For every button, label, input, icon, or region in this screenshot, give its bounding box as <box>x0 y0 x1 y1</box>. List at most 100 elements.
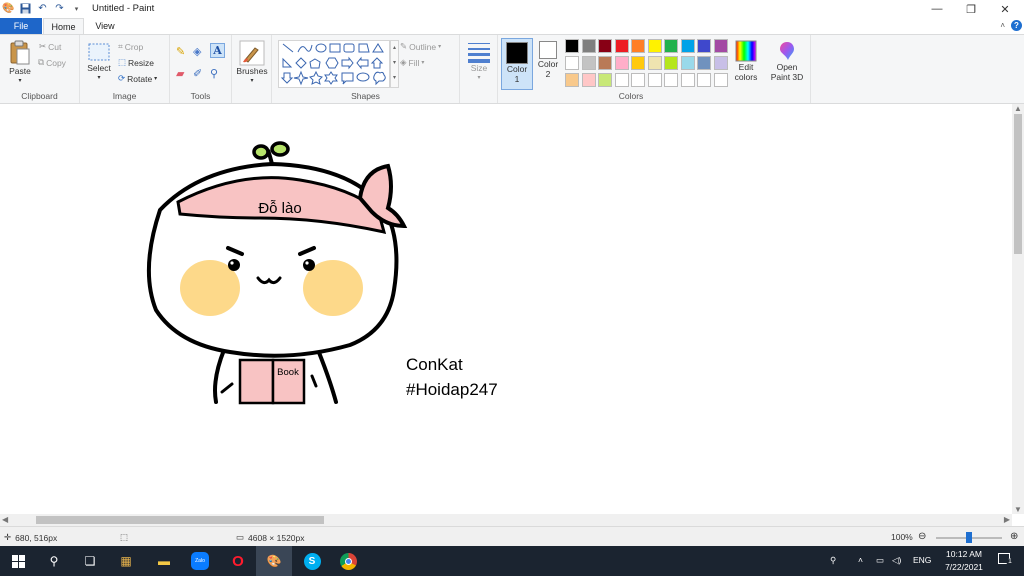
palette-swatch[interactable] <box>647 73 662 87</box>
color1-button[interactable]: Color 1 <box>501 38 533 90</box>
select-button[interactable]: Select ▾ <box>86 43 112 83</box>
palette-swatch[interactable] <box>598 39 612 53</box>
palette-swatch[interactable] <box>581 39 596 53</box>
battery-icon[interactable]: ▭ <box>876 555 884 566</box>
undo-icon[interactable]: ↶ <box>36 2 49 15</box>
fill-tool[interactable]: ◈ <box>193 45 201 58</box>
magnifier-tool[interactable]: ⚲ <box>210 67 218 80</box>
skype-icon[interactable]: S <box>302 551 322 571</box>
color2-button[interactable]: Color 2 <box>536 41 560 79</box>
palette-swatch[interactable] <box>631 73 645 87</box>
palette-swatch[interactable] <box>581 73 596 87</box>
palette-swatch[interactable] <box>581 56 596 70</box>
paint-app-icon[interactable]: 🎨 <box>2 2 15 15</box>
scroll-left-icon[interactable]: ◀ <box>2 515 8 524</box>
copy-button[interactable]: ⧉ Copy <box>38 57 66 68</box>
size-button[interactable]: Size ▾ <box>464 41 494 83</box>
help-icon[interactable]: ? <box>1011 20 1022 31</box>
zalo-icon[interactable]: Zalo <box>190 551 210 571</box>
palette-swatch[interactable] <box>697 73 711 87</box>
opera-icon[interactable]: O <box>228 551 248 571</box>
palette-swatch[interactable] <box>664 73 678 87</box>
pencil-tool[interactable]: ✎ <box>176 45 185 58</box>
search-icon[interactable]: ⚲ <box>44 551 64 571</box>
palette-swatch[interactable] <box>565 56 579 70</box>
palette-swatch[interactable] <box>680 73 695 87</box>
horizontal-scroll-thumb[interactable] <box>36 516 324 524</box>
tab-file[interactable]: File <box>0 18 42 34</box>
shapes-gallery[interactable] <box>278 40 390 88</box>
clock[interactable]: 10:12 AM 7/22/2021 <box>940 549 988 572</box>
palette-swatch[interactable] <box>631 39 645 53</box>
palette-swatch[interactable] <box>664 39 678 53</box>
palette-swatch[interactable] <box>664 56 678 70</box>
horizontal-scrollbar[interactable]: ◀ ▶ <box>0 514 1012 526</box>
palette-swatch[interactable] <box>598 73 612 87</box>
drawing-canvas[interactable]: Đỗ lào Book ConKat #Hoidap247 <box>0 104 1012 514</box>
eraser-tool[interactable]: ▰ <box>176 67 184 80</box>
chrome-icon[interactable] <box>338 551 358 571</box>
redo-icon[interactable]: ↷ <box>53 2 66 15</box>
store-icon[interactable]: ▦ <box>116 551 136 571</box>
palette-swatch[interactable] <box>713 39 728 53</box>
people-icon[interactable]: ⚲ <box>830 555 836 566</box>
customize-qat-icon[interactable]: ▾ <box>70 2 83 15</box>
palette-swatch[interactable] <box>680 56 695 70</box>
save-icon[interactable] <box>19 2 32 15</box>
windows-start-icon[interactable] <box>8 551 28 571</box>
input-language[interactable]: ENG <box>913 555 931 565</box>
palette-swatch[interactable] <box>631 56 645 70</box>
open-paint3d-button[interactable]: Open Paint 3D <box>766 40 808 82</box>
left-arrow-shape-icon <box>356 56 369 70</box>
palette-swatch[interactable] <box>680 39 695 53</box>
vertical-scroll-thumb[interactable] <box>1014 114 1022 254</box>
canvas-area[interactable]: Đỗ lào Book ConKat #Hoidap247 <box>0 104 1012 514</box>
restore-button[interactable]: ❐ <box>954 0 988 18</box>
palette-swatch[interactable] <box>614 39 629 53</box>
minimize-button[interactable]: — <box>920 0 954 18</box>
notification-count: 1 <box>1006 558 1014 565</box>
brushes-button[interactable]: Brushes ▾ <box>235 40 269 86</box>
scroll-up-icon[interactable]: ▲ <box>1014 104 1022 113</box>
tab-view[interactable]: View <box>86 18 124 34</box>
text-tool[interactable]: A <box>210 43 225 58</box>
palette-swatch[interactable] <box>614 73 629 87</box>
zoom-in-icon[interactable]: ⊕ <box>1010 531 1018 542</box>
rotate-button[interactable]: ⟳ Rotate ▾ <box>118 73 157 84</box>
palette-swatch[interactable] <box>647 39 662 53</box>
palette-swatch[interactable] <box>697 56 711 70</box>
fill-button[interactable]: ◈ Fill ▾ <box>400 57 424 68</box>
volume-icon[interactable]: ◁) <box>892 555 901 566</box>
palette-swatch[interactable] <box>713 56 728 70</box>
palette-swatch[interactable] <box>647 56 662 70</box>
resize-button[interactable]: ⬚ Resize <box>118 57 154 68</box>
palette-swatch[interactable] <box>565 73 579 87</box>
zoom-slider-thumb[interactable] <box>966 532 972 543</box>
zoom-out-icon[interactable]: ⊖ <box>918 531 926 542</box>
palette-swatch[interactable] <box>565 39 579 53</box>
scroll-right-icon[interactable]: ▶ <box>1004 515 1010 524</box>
vertical-scrollbar[interactable]: ▲ ▼ <box>1012 104 1024 514</box>
tab-home[interactable]: Home <box>43 18 84 34</box>
scroll-down-icon[interactable]: ▼ <box>1014 505 1022 514</box>
shapes-gallery-scroll[interactable]: ▴ ▾ ▾ <box>390 40 399 88</box>
crop-button[interactable]: ⌗ Crop <box>118 41 143 52</box>
edit-colors-button[interactable]: Edit colors <box>731 40 761 82</box>
cut-button[interactable]: ✂ Cut <box>39 41 61 52</box>
paint-taskbar-icon[interactable]: 🎨 <box>256 546 292 576</box>
color-picker-tool[interactable]: ✐ <box>193 67 202 80</box>
palette-swatch[interactable] <box>598 56 612 70</box>
collapse-ribbon-icon[interactable]: ˄ <box>1000 21 1005 30</box>
task-view-icon[interactable]: ❏ <box>80 551 100 571</box>
file-explorer-icon[interactable]: ▬ <box>154 551 174 571</box>
headband-text: Đỗ lào <box>258 200 301 217</box>
notifications-icon[interactable]: 1 <box>998 553 1014 566</box>
close-button[interactable]: ✕ <box>988 0 1022 18</box>
down-arrow-shape-icon <box>280 72 294 84</box>
outline-button[interactable]: ✎ Outline ▾ <box>400 41 441 52</box>
show-hidden-icons-icon[interactable]: ˄ <box>858 555 863 565</box>
paste-button[interactable]: Paste ▾ <box>6 40 34 86</box>
palette-swatch[interactable] <box>713 73 728 87</box>
palette-swatch[interactable] <box>614 56 629 70</box>
palette-swatch[interactable] <box>697 39 711 53</box>
